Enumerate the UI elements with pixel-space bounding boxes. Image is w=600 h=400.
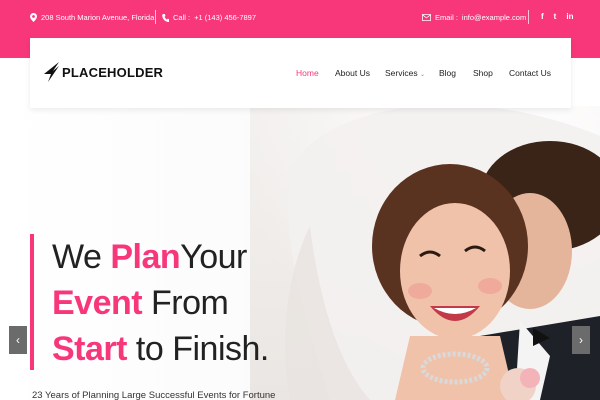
phone-item[interactable]: Call : +1 (143) 456-7897 [162,13,256,22]
phone-number[interactable]: +1 (143) 456-7897 [194,13,256,22]
linkedin-icon[interactable]: in [566,12,573,21]
nav-item-about-us[interactable]: About Us [335,68,370,78]
slider-prev-button[interactable]: ‹ [9,326,27,354]
nav-item-home[interactable]: Home [296,68,319,78]
slider-next-button[interactable]: › [572,326,590,354]
nav-item-services[interactable]: Services ⌄ [385,68,425,78]
call-label: Call : [173,13,191,22]
nav-item-shop[interactable]: Shop [473,68,493,78]
nav-item-contact-us[interactable]: Contact Us [509,68,551,78]
social-links: f t in [541,12,573,21]
divider [155,10,156,24]
hero-headline: We PlanYour Event From Start to Finish. [30,234,269,370]
headline-text: From [142,284,229,322]
phone-icon [162,13,169,22]
site-logo[interactable]: PLACEHOLDER [44,62,163,82]
headline-line-1: We PlanYour [52,234,269,280]
logo-mark-icon [44,62,59,82]
hero-subtext: 23 Years of Planning Large Successful Ev… [32,390,276,400]
headline-highlight: Event [52,284,143,322]
headline-highlight: Plan [110,238,181,276]
location-pin-icon [30,13,37,22]
address-text: 208 South Marion Avenue, Florida [41,13,155,22]
wedding-couple-photo [285,106,600,400]
address-item: 208 South Marion Avenue, Florida [30,13,154,22]
headline-text: to Finish. [126,330,269,368]
headline-line-2: Event From [52,280,269,326]
nav-item-label: Services [385,68,418,78]
main-header: PLACEHOLDER Home About Us Services ⌄ Blo… [30,38,571,108]
facebook-icon[interactable]: f [541,12,544,21]
headline-text: We [52,238,111,276]
nav-item-blog[interactable]: Blog [439,68,456,78]
divider [528,10,529,24]
chevron-left-icon: ‹ [16,333,20,347]
headline-line-3: Start to Finish. [52,326,269,372]
logo-text: PLACEHOLDER [62,64,164,80]
mail-icon [422,14,431,21]
email-label: Email : [435,13,458,22]
email-address[interactable]: info@example.com [462,13,526,22]
headline-text: Your [180,238,247,276]
twitter-icon[interactable]: t [554,12,557,21]
email-item[interactable]: Email : info@example.com [422,13,526,22]
headline-highlight: Start [52,330,127,368]
chevron-right-icon: › [579,333,583,347]
chevron-down-icon: ⌄ [419,72,425,78]
